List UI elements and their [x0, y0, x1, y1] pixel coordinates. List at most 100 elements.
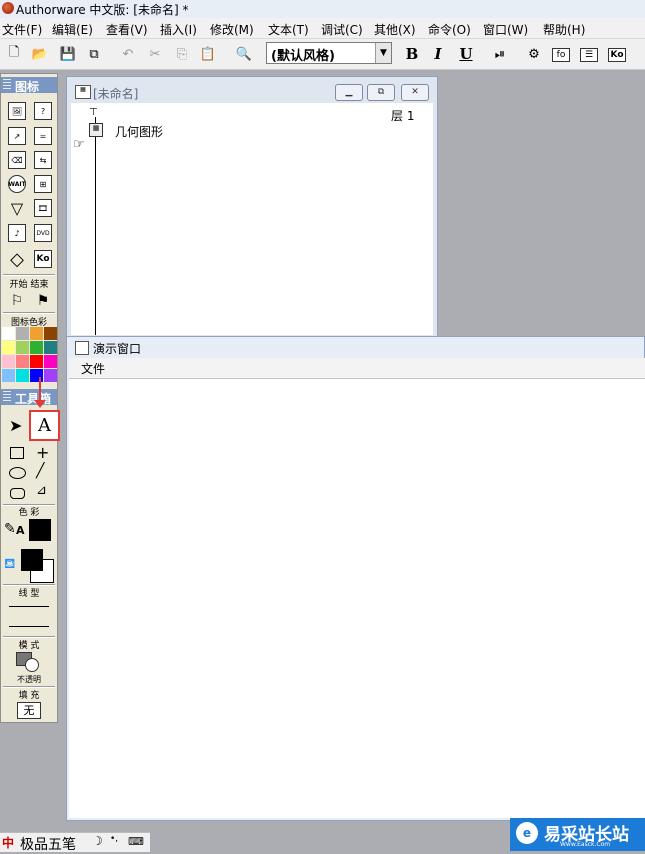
color-swatch[interactable] — [44, 355, 57, 368]
text-style-select[interactable]: (默认风格) ▼ — [266, 42, 392, 64]
half-width-moon-icon[interactable]: ☽ — [92, 834, 103, 848]
color-swatch[interactable] — [30, 327, 43, 340]
map-icon[interactable]: ◇ — [8, 249, 26, 270]
knowledge-objects-icon[interactable]: Ko — [608, 48, 626, 62]
line-tool-icon[interactable]: ╱ — [36, 463, 44, 479]
menu-debug[interactable]: 调试(C) — [321, 21, 363, 38]
color-swatch[interactable] — [44, 341, 57, 354]
find-icon[interactable]: 🔍 — [234, 44, 254, 64]
ime-name[interactable]: 极品五笔 — [20, 834, 76, 854]
flow-item-label[interactable]: 几何图形 — [115, 123, 163, 140]
color-swatch[interactable] — [16, 369, 29, 382]
underline-button[interactable]: U — [456, 44, 476, 64]
paste-icon[interactable]: 📋 — [198, 44, 218, 64]
brand-watermark: e 易采站长站 Www.Easck.Com — [510, 818, 645, 851]
import-icon[interactable]: ⧉ — [84, 44, 104, 64]
end-flag-icon[interactable]: ⚑ — [34, 292, 52, 310]
framework-icon[interactable]: ⊞ — [34, 175, 52, 193]
navigate-icon[interactable]: ⇆ — [34, 151, 52, 169]
start-flag-icon[interactable]: ⚐ — [8, 292, 26, 310]
color-swatch[interactable] — [16, 355, 29, 368]
menu-help[interactable]: 帮助(H) — [543, 21, 585, 38]
control-panel-icon[interactable]: ⚙ — [524, 44, 544, 64]
color-swatch[interactable] — [2, 355, 15, 368]
thin-line-option[interactable] — [9, 606, 49, 607]
undo-icon[interactable]: ↶ — [118, 44, 138, 64]
close-button[interactable]: ✕ — [401, 84, 429, 101]
ellipse-tool-icon[interactable] — [9, 467, 26, 479]
text-color-a-icon[interactable]: A — [16, 524, 25, 537]
digital-movie-icon[interactable]: 🎞 — [34, 199, 52, 217]
calculation-icon[interactable]: = — [34, 127, 52, 145]
fill-value-box[interactable]: 无 — [17, 702, 41, 719]
display-icon[interactable]: 🖼 — [8, 102, 26, 120]
ime-logo-icon[interactable]: 中 — [2, 834, 14, 851]
display-icon[interactable]: ▦ — [89, 123, 103, 137]
dvd-icon[interactable]: DVD — [34, 224, 52, 242]
flowline-canvas[interactable]: 层 1 ⊤ ▦ 几何图形 ☞ — [71, 103, 433, 335]
flowline-window-icon: ▦ — [75, 85, 91, 99]
grip-icon[interactable] — [3, 391, 11, 403]
pointer-tool-icon[interactable]: ➤ — [9, 416, 22, 435]
color-swatch[interactable] — [44, 369, 57, 382]
presentation-canvas[interactable] — [69, 379, 645, 818]
cut-icon[interactable]: ✂ — [145, 44, 165, 64]
color-swatch[interactable] — [16, 341, 29, 354]
color-swatch[interactable] — [2, 327, 15, 340]
interaction-icon[interactable]: ? — [34, 102, 52, 120]
rectangle-tool-icon[interactable] — [10, 447, 24, 459]
color-swatch[interactable] — [30, 355, 43, 368]
sound-icon[interactable]: ♪ — [8, 224, 26, 242]
menu-other[interactable]: 其他(X) — [374, 21, 416, 38]
chevron-down-icon[interactable]: ▼ — [375, 43, 391, 63]
menu-window[interactable]: 窗口(W) — [483, 21, 528, 38]
menu-text[interactable]: 文本(T) — [268, 21, 309, 38]
color-swatch[interactable] — [30, 341, 43, 354]
menu-insert[interactable]: 插入(I) — [160, 21, 197, 38]
menu-edit[interactable]: 编辑(E) — [52, 21, 93, 38]
tool-palette-header[interactable]: 工具箱 — [1, 389, 57, 406]
menu-command[interactable]: 命令(O) — [428, 21, 471, 38]
knowledge-object-icon[interactable]: Ko — [34, 250, 52, 268]
mode-value[interactable]: 不透明 — [1, 674, 57, 685]
variables-window-icon[interactable]: ☰ — [580, 48, 598, 62]
line-option[interactable] — [9, 626, 49, 627]
crosshair-tool-icon[interactable]: + — [36, 443, 49, 462]
wait-icon[interactable]: WAIT — [8, 175, 26, 193]
open-folder-icon[interactable]: 📂 — [30, 44, 50, 64]
soft-keyboard-icon[interactable]: ⌨ — [128, 835, 144, 848]
presentation-window: 演示窗口 文件 — [66, 336, 645, 821]
restart-icon[interactable]: ⏯ — [490, 44, 510, 64]
color-swatch[interactable] — [44, 327, 57, 340]
text-tool-button[interactable]: A — [29, 410, 60, 441]
restore-button[interactable]: ⧉ — [367, 84, 395, 101]
color-swatch[interactable] — [2, 341, 15, 354]
functions-window-icon[interactable]: fo — [552, 48, 570, 62]
motion-icon[interactable]: ↗ — [8, 127, 26, 145]
save-all-icon[interactable]: 💾 — [58, 44, 78, 64]
menu-view[interactable]: 查看(V) — [106, 21, 148, 38]
menu-modify[interactable]: 修改(M) — [210, 21, 254, 38]
new-file-icon[interactable]: 🗋 — [4, 44, 24, 64]
rounded-rectangle-tool-icon[interactable] — [10, 488, 25, 499]
mode-circle-icon[interactable] — [25, 658, 39, 672]
grip-icon[interactable] — [3, 79, 11, 91]
fill-bucket-icon[interactable]: ⛾ — [4, 556, 15, 574]
foreground-color-swatch[interactable] — [29, 519, 51, 541]
erase-icon[interactable]: ⌫ — [8, 151, 26, 169]
color-swatch[interactable] — [30, 369, 43, 382]
presentation-menu-file[interactable]: 文件 — [81, 360, 105, 377]
polygon-tool-icon[interactable]: ⊿ — [36, 483, 47, 498]
copy-icon[interactable]: ⎘ — [172, 44, 192, 64]
minimize-button[interactable]: ▁ — [335, 84, 363, 101]
pencil-icon[interactable]: ✎ — [4, 521, 16, 537]
decision-icon[interactable]: ▽ — [8, 199, 26, 218]
fill-color-swatch[interactable] — [21, 549, 43, 571]
icon-palette-header[interactable]: 图标 — [1, 77, 57, 94]
color-swatch[interactable] — [16, 327, 29, 340]
color-swatch[interactable] — [2, 369, 15, 382]
bold-button[interactable]: B — [402, 44, 422, 64]
italic-button[interactable]: I — [428, 44, 448, 64]
punctuation-icon[interactable]: •, — [110, 834, 118, 844]
menu-file[interactable]: 文件(F) — [2, 21, 42, 38]
